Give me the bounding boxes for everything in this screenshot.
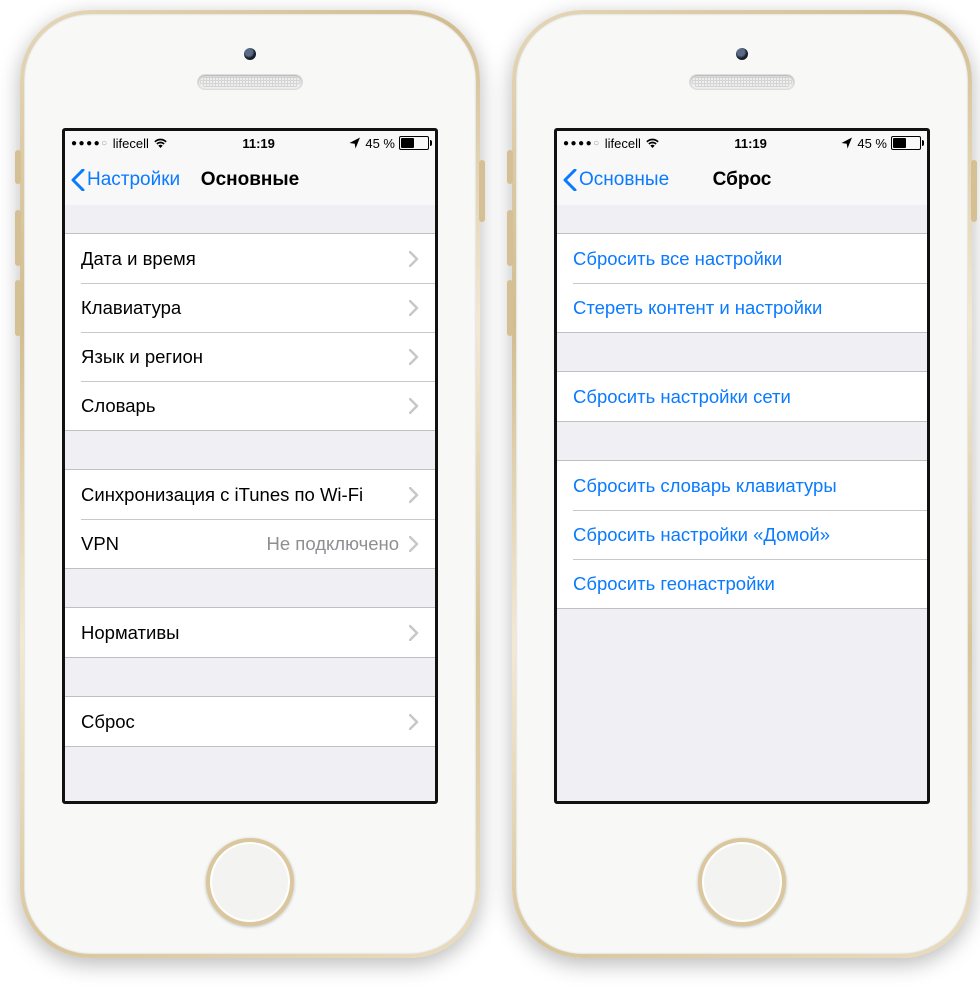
disclosure-row[interactable]: Словарь (65, 381, 435, 430)
cell-group: Сброс (65, 696, 435, 747)
disclosure-row[interactable]: Сброс (65, 697, 435, 746)
action-row[interactable]: Сбросить настройки «Домой» (557, 510, 927, 559)
disclosure-row[interactable]: Дата и время (65, 234, 435, 283)
volume-up-button (15, 210, 21, 266)
row-label: Сбросить словарь клавиатуры (573, 475, 837, 497)
chevron-right-icon (409, 349, 419, 365)
row-label: Синхронизация с iTunes по Wi-Fi (81, 484, 363, 506)
cell-group: Сбросить все настройки Стереть контент и … (557, 233, 927, 333)
clock-label: 11:19 (168, 136, 350, 151)
status-bar: ●●●●○ lifecell 11:19 45 % (557, 131, 927, 155)
status-bar: ●●●●○ lifecell 11:19 45 % (65, 131, 435, 155)
section-gap (557, 205, 927, 233)
chevron-right-icon (409, 300, 419, 316)
battery-percent-label: 45 % (365, 136, 395, 151)
reset-list[interactable]: Сбросить все настройки Стереть контент и … (557, 205, 927, 801)
phone-device-left: ●●●●○ lifecell 11:19 45 % (20, 10, 480, 958)
battery-icon (399, 136, 429, 150)
section-gap (557, 422, 927, 460)
power-button (479, 160, 485, 222)
carrier-label: lifecell (605, 136, 641, 151)
mute-switch (507, 150, 513, 184)
row-label: Нормативы (81, 622, 179, 644)
back-label: Основные (579, 169, 669, 191)
action-row[interactable]: Сбросить настройки сети (557, 372, 927, 421)
ear-speaker (197, 74, 303, 90)
cell-group: Синхронизация с iTunes по Wi-Fi VPN Не под… (65, 469, 435, 569)
home-button[interactable] (698, 838, 786, 926)
section-gap (65, 205, 435, 233)
back-label: Настройки (87, 169, 180, 191)
section-gap (65, 658, 435, 696)
cell-group: Сбросить словарь клавиатуры Сбросить наст… (557, 460, 927, 609)
action-row[interactable]: Сбросить геонастройки (557, 559, 927, 608)
row-label: Дата и время (81, 248, 196, 270)
battery-percent-label: 45 % (857, 136, 887, 151)
row-label: Язык и регион (81, 346, 203, 368)
section-gap (557, 333, 927, 371)
row-label: Сбросить настройки «Домой» (573, 524, 830, 546)
disclosure-row[interactable]: Синхронизация с iTunes по Wi-Fi (65, 470, 435, 519)
action-row[interactable]: Сбросить все настройки (557, 234, 927, 283)
location-icon (841, 137, 853, 149)
location-icon (349, 137, 361, 149)
screen-reset: ●●●●○ lifecell 11:19 45 % (554, 128, 930, 804)
chevron-right-icon (409, 625, 419, 641)
chevron-right-icon (409, 251, 419, 267)
cell-group: Дата и время Клавиатура Язык и регион Слова… (65, 233, 435, 431)
disclosure-row[interactable]: Язык и регион (65, 332, 435, 381)
wifi-icon (645, 137, 660, 149)
ear-speaker (689, 74, 795, 90)
chevron-left-icon (563, 169, 577, 191)
volume-down-button (15, 280, 21, 336)
screen-general: ●●●●○ lifecell 11:19 45 % (62, 128, 438, 804)
section-gap (65, 569, 435, 607)
signal-strength-icon: ●●●●○ (563, 138, 601, 149)
navigation-bar: Основные Сброс (557, 155, 927, 206)
back-button[interactable]: Основные (557, 155, 669, 205)
chevron-right-icon (409, 398, 419, 414)
front-camera (736, 48, 748, 60)
row-label: Словарь (81, 395, 156, 417)
volume-down-button (507, 280, 513, 336)
back-button[interactable]: Настройки (65, 155, 180, 205)
row-label: Сбросить все настройки (573, 248, 782, 270)
chevron-right-icon (409, 487, 419, 503)
volume-up-button (507, 210, 513, 266)
chevron-left-icon (71, 169, 85, 191)
row-label: Сбросить настройки сети (573, 386, 791, 408)
cell-group: Сбросить настройки сети (557, 371, 927, 422)
wifi-icon (153, 137, 168, 149)
power-button (971, 160, 977, 222)
row-detail: Не подключено (267, 533, 409, 555)
battery-icon (891, 136, 921, 150)
chevron-right-icon (409, 714, 419, 730)
front-camera (244, 48, 256, 60)
action-row[interactable]: Сбросить словарь клавиатуры (557, 461, 927, 510)
row-label: VPN (81, 533, 119, 555)
section-gap (65, 431, 435, 469)
signal-strength-icon: ●●●●○ (71, 138, 109, 149)
row-label: Клавиатура (81, 297, 181, 319)
mute-switch (15, 150, 21, 184)
disclosure-row[interactable]: Клавиатура (65, 283, 435, 332)
row-label: Сброс (81, 711, 135, 733)
carrier-label: lifecell (113, 136, 149, 151)
row-label: Стереть контент и настройки (573, 297, 822, 319)
section-gap (557, 609, 927, 647)
disclosure-row[interactable]: Нормативы (65, 608, 435, 657)
home-button[interactable] (206, 838, 294, 926)
row-label: Сбросить геонастройки (573, 573, 775, 595)
cell-group: Нормативы (65, 607, 435, 658)
chevron-right-icon (409, 536, 419, 552)
disclosure-row[interactable]: VPN Не подключено (65, 519, 435, 568)
action-row[interactable]: Стереть контент и настройки (557, 283, 927, 332)
navigation-bar: Настройки Основные (65, 155, 435, 206)
settings-list[interactable]: Дата и время Клавиатура Язык и регион Слова… (65, 205, 435, 801)
clock-label: 11:19 (660, 136, 842, 151)
phone-device-right: ●●●●○ lifecell 11:19 45 % (512, 10, 972, 958)
section-gap (65, 747, 435, 785)
